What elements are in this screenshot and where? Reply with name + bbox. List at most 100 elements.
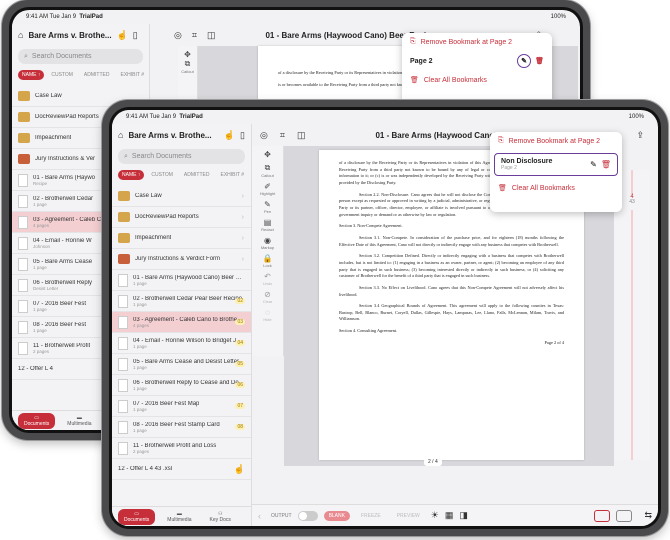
case-name[interactable]: Bare Arms v. Brothe... (28, 31, 111, 40)
case-name[interactable]: Bare Arms v. Brothe... (128, 131, 211, 140)
compass-icon[interactable]: ◎ (174, 30, 182, 41)
current-page-marker[interactable]: 4 43 (624, 194, 640, 210)
back-bookmark-popup: ⎘ Remove Bookmark at Page 2 Page 2 ✎ 🗑 🗑 C… (402, 33, 552, 105)
tab-exhibit[interactable]: EXHIBIT # (216, 170, 248, 180)
document-row-selected[interactable]: 03 - Agreement - Caleb Cano to Brotherwe… (112, 312, 251, 333)
doc-heading: Section 3. Non-Compete Agreement. (339, 223, 403, 229)
front-ipad: 9:41 AM Tue Jan 9 TrialPad 100% ⌂ Bare A… (102, 100, 668, 536)
nav-key-docs[interactable]: ⚇ Key Docs (203, 509, 236, 525)
chevron-left-icon[interactable]: ‹ (258, 511, 261, 521)
pen-tool[interactable]: ✎ Pen (264, 200, 271, 214)
exhibit-badge: 06 (235, 382, 245, 388)
tab-admitted[interactable]: ADMITTED (180, 170, 214, 180)
folder-row[interactable]: Impeachment › (112, 228, 251, 249)
document-row[interactable]: 02 - Brotherwell Cedar Pear Beer Recipe 1… (112, 291, 251, 312)
crop-icon[interactable]: ⌗ (280, 130, 285, 141)
brightness-icon[interactable]: ☀ (431, 510, 439, 521)
trash-icon[interactable]: 🗑 (535, 57, 544, 65)
folder-row[interactable]: Case Law › (112, 186, 251, 207)
nav-documents[interactable]: ▭ Documents (18, 412, 56, 429)
status-app: TrialPad (79, 14, 103, 20)
tab-name[interactable]: NAME ↑ (118, 170, 145, 180)
tab-admitted[interactable]: ADMITTED (80, 70, 114, 80)
document-row[interactable]: 01 - Bare Arms (Haywood Cano) Beer Recip… (112, 270, 251, 291)
freeze-mode-button[interactable]: FREEZE (356, 511, 386, 521)
lock-tool[interactable]: 🔒 Lock (263, 254, 273, 268)
output-toggle[interactable] (297, 510, 318, 521)
page-scrubber[interactable]: 4 43 (614, 170, 650, 460)
swap-icon[interactable]: ⇆ (644, 510, 652, 521)
nav-multimedia[interactable]: ▬ Multimedia (61, 413, 97, 429)
share-icon[interactable]: ⇪ (636, 130, 644, 141)
folder-icon (118, 191, 130, 201)
edit-pencil-icon[interactable]: ✎ (590, 160, 597, 169)
tab-exhibit[interactable]: EXHIBIT # (116, 70, 148, 80)
chevron-right-icon: › (241, 192, 244, 200)
document-row[interactable]: 08 - 2016 Beer Fest Stamp Card 1 page 08 (112, 417, 251, 438)
nav-multimedia[interactable]: ▬ Multimedia (161, 509, 197, 525)
markup-tool[interactable]: ◉ Markup (261, 236, 274, 250)
screenshot-icon[interactable]: ◫ (297, 130, 306, 141)
gesture-icon[interactable]: ☝ (117, 30, 128, 41)
folder-icon (118, 212, 130, 222)
bookmark-name-field[interactable]: Page 2 ✎ 🗑 (402, 51, 552, 71)
clear-all-bookmarks-button[interactable]: 🗑 Clear All Bookmarks (402, 71, 552, 89)
move-tool[interactable]: ✥ (264, 150, 271, 159)
edit-pencil-icon[interactable]: ✎ (517, 54, 532, 68)
document-row[interactable]: 06 - Brotherwell Reply to Cease and Desi… (112, 375, 251, 396)
doc-thumbnail (18, 194, 28, 208)
sidebar-toggle-icon[interactable]: ▯ (133, 30, 138, 41)
document-row[interactable]: 05 - Bare Arms Cease and Desist Letter 1 … (112, 354, 251, 375)
highlight-tool[interactable]: ✐ Highlight (260, 182, 276, 196)
home-icon[interactable]: ⌂ (18, 30, 23, 40)
doc-list: Case Law › DocReviewPad Reports › Impeachm… (112, 186, 251, 480)
folder-icon (18, 133, 30, 143)
search-input[interactable]: ⌕ Search Documents (118, 149, 245, 164)
page-total: 43 (629, 199, 635, 205)
folder-row[interactable]: DocReviewPad Reports › (112, 207, 251, 228)
callout-tool[interactable]: ⧉ Callout (261, 163, 273, 178)
clear-tool[interactable]: ⊘ Clear (263, 290, 273, 304)
output-label: OUTPUT (271, 512, 292, 519)
home-icon[interactable]: ⌂ (118, 130, 123, 140)
redact-tool[interactable]: ▤ Redact (261, 218, 274, 232)
tab-custom[interactable]: CUSTOM (47, 70, 77, 80)
layout-icon[interactable]: ◨ (459, 510, 468, 521)
callout-tool[interactable]: ✥ ⧉ Callout (181, 50, 193, 74)
tab-custom[interactable]: CUSTOM (147, 170, 177, 180)
back-search-input[interactable]: ⌕ Search Documents (18, 49, 143, 64)
folder-row[interactable]: Jury Instructions & Verdict Form › (112, 249, 251, 270)
clear-all-bookmarks-button[interactable]: 🗑 Clear All Bookmarks (490, 179, 622, 197)
nav-documents[interactable]: ▭ Documents (118, 508, 156, 525)
preview-mode-button[interactable]: PREVIEW (392, 511, 425, 521)
page-scrubber-track (631, 170, 633, 460)
status-time: 9:41 AM Tue Jan 9 (126, 114, 177, 120)
tab-name[interactable]: NAME ↑ (18, 70, 45, 80)
sidebar-toggle-icon[interactable]: ▯ (240, 130, 245, 141)
single-view-button[interactable] (594, 509, 611, 522)
gesture-icon[interactable]: ☝ (234, 464, 245, 475)
document-row[interactable]: 11 - Brotherwell Profit and Loss 2 pages (112, 438, 251, 459)
crop-icon[interactable]: ⌗ (192, 30, 197, 41)
doc-paragraph: Section 3.3. No Effect on Livelihood. Ca… (339, 284, 564, 297)
bookmark-item[interactable]: Non Disclosure Page 2 ✎ 🗑 (494, 153, 618, 176)
document-row[interactable]: 04 - Email - Ronnie Wilson to Bridget Jo… (112, 333, 251, 354)
gesture-icon[interactable]: ☝ (224, 130, 235, 141)
screenshot-icon[interactable]: ◫ (207, 30, 216, 41)
presentation-icon[interactable]: ▦ (445, 510, 454, 521)
remove-bookmark-button[interactable]: ⎘ Remove Bookmark at Page 2 (402, 33, 552, 51)
chevron-right-icon: › (241, 234, 244, 242)
compass-icon[interactable]: ◎ (260, 130, 268, 141)
bookmark-popup: ⎘ Remove Bookmark at Page 2 Non Disclosur… (490, 132, 622, 212)
hide-tool[interactable]: ◌ Hide (263, 308, 271, 322)
split-view-button[interactable] (616, 509, 633, 522)
selection-bar[interactable]: 12 - Offer L 4 43 .xsl ☝ (112, 459, 251, 480)
exhibit-badge: 02 (235, 298, 245, 304)
blank-mode-button[interactable]: BLANK (323, 510, 350, 521)
document-row[interactable]: 07 - 2016 Beer Fest Map 1 page 07 (112, 396, 251, 417)
undo-tool[interactable]: ↶ Undo (263, 272, 273, 286)
exhibit-badge: 04 (235, 340, 245, 346)
remove-bookmark-button[interactable]: ⎘ Remove Bookmark at Page 2 (490, 132, 622, 150)
trash-icon[interactable]: 🗑 (601, 160, 611, 169)
doc-thumbnail (18, 320, 28, 334)
